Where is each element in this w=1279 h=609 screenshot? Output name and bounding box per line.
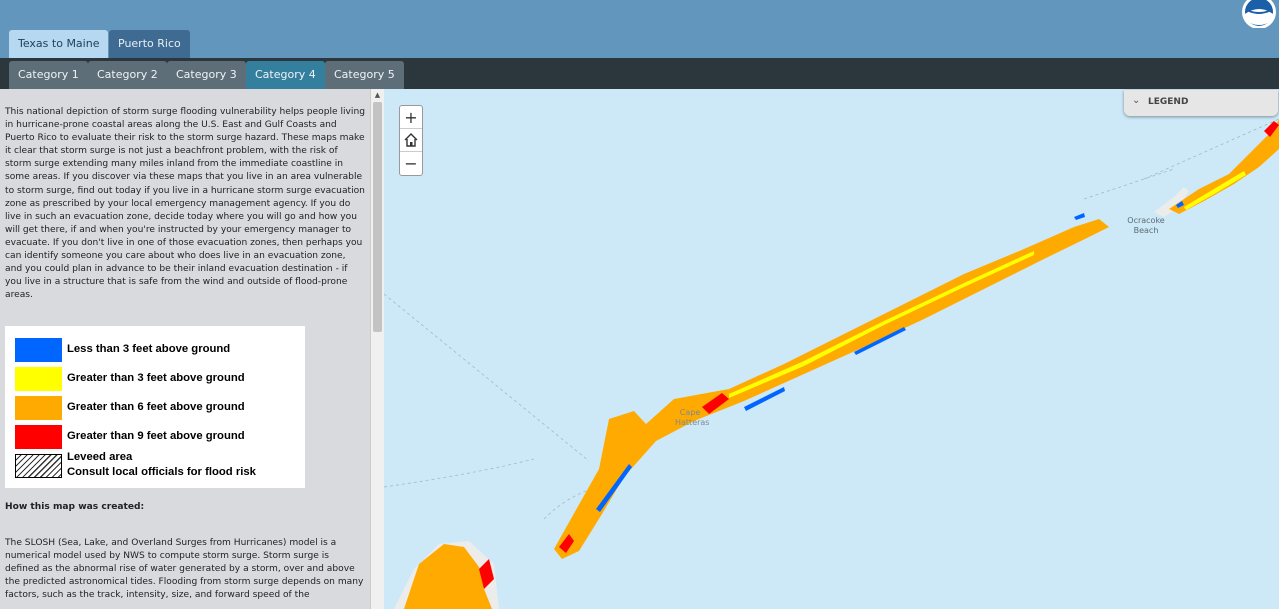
map-label-line: Hatteras (675, 418, 710, 427)
leveed-area-title: Leveed area (67, 451, 133, 463)
legend-label: Less than 3 feet above ground (67, 343, 231, 355)
legend-label: Greater than 6 feet above ground (67, 401, 245, 413)
map-label-ocracoke-beach: Ocracoke Beach (1122, 216, 1170, 236)
zoom-control: + − (399, 105, 423, 176)
legend-swatch-leveed-hatch (15, 454, 62, 478)
zoom-out-button[interactable]: − (400, 152, 422, 175)
scroll-thumb[interactable] (373, 102, 382, 332)
land-areas (394, 187, 1189, 609)
noaa-logo-icon (1242, 0, 1276, 28)
tab-category-3[interactable]: Category 3 (167, 61, 246, 89)
sidebar-legend: Less than 3 feet above ground Greater th… (5, 326, 305, 488)
tab-puerto-rico[interactable]: Puerto Rico (109, 30, 190, 58)
tab-category-2[interactable]: Category 2 (88, 61, 167, 89)
top-header: Texas to Maine Puerto Rico (0, 0, 1279, 58)
legend-toggle-label: LEGEND (1148, 97, 1189, 107)
intro-paragraph: This national depiction of storm surge f… (5, 107, 365, 301)
legend-swatch-red (15, 425, 62, 449)
scroll-up-arrow-icon[interactable]: ▲ (371, 89, 384, 101)
map-label-line: Beach (1133, 226, 1159, 235)
chevron-down-icon: ⌄ (1132, 95, 1141, 106)
leveed-area-note: Consult local officials for flood risk (67, 466, 256, 478)
surge-orange (404, 119, 1279, 609)
tab-category-1[interactable]: Category 1 (9, 61, 88, 89)
slosh-paragraph: The SLOSH (Sea, Lake, and Overland Surge… (5, 538, 364, 601)
surge-map-graphics (384, 118, 1279, 609)
tab-category-5[interactable]: Category 5 (325, 61, 404, 89)
tab-texas-to-maine[interactable]: Texas to Maine (9, 30, 109, 58)
home-button[interactable] (400, 129, 422, 152)
legend-swatch-blue (15, 338, 62, 362)
surge-blue (596, 201, 1184, 512)
map-label-cape-hatteras: Cape Hatteras (675, 408, 710, 428)
legend-swatch-orange (15, 396, 62, 420)
map-label-line: Ocracoke (1127, 216, 1165, 225)
legend-label: Greater than 9 feet above ground (67, 430, 245, 442)
map-label-line: Cape (679, 408, 701, 417)
how-created-heading: How this map was created: (5, 502, 145, 512)
sidebar-scrollbar[interactable]: ▲ (370, 89, 384, 609)
home-icon (404, 133, 418, 147)
legend-label-leveed-area: Leveed area Consult local officials for … (67, 450, 256, 480)
legend-label: Greater than 3 feet above ground (67, 372, 245, 384)
map-view[interactable]: + − ⌄ LEGEND Ocracoke Beach Cape Hattera… (384, 89, 1279, 609)
info-sidebar: This national depiction of storm surge f… (0, 89, 384, 609)
tab-category-4[interactable]: Category 4 (246, 61, 325, 89)
navigation-lines (384, 118, 1279, 520)
category-tab-bar: Category 1 Category 2 Category 3 Categor… (0, 58, 1279, 89)
zoom-in-button[interactable]: + (400, 106, 422, 129)
legend-swatch-yellow (15, 367, 62, 391)
map-legend-toggle[interactable]: ⌄ LEGEND (1124, 90, 1278, 116)
